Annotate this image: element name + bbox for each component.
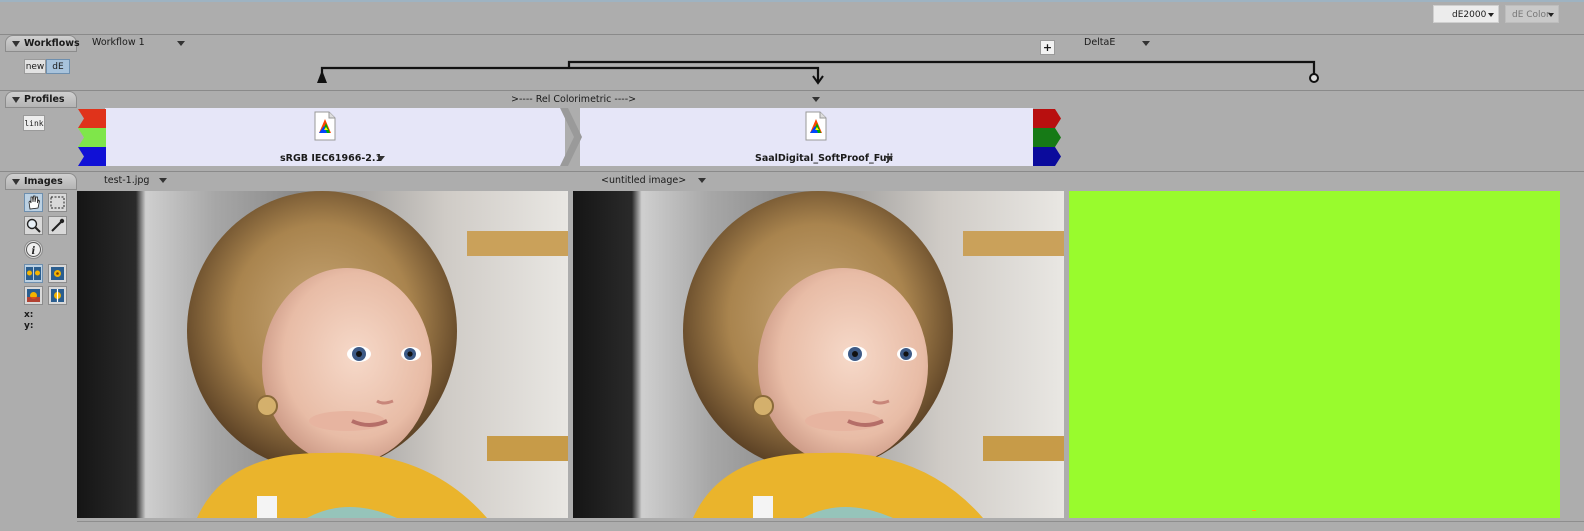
icc-profile-icon (314, 111, 336, 141)
flower-overlay-icon (27, 289, 40, 302)
eyedropper-tool[interactable] (48, 216, 67, 235)
workflow-connector-lines (317, 60, 1319, 85)
intent-chevron-down-icon[interactable] (812, 97, 820, 102)
hand-icon (28, 195, 40, 210)
zoom-tool[interactable] (24, 216, 43, 235)
child-portrait-proofed-image (573, 191, 1064, 518)
target-profile-chevron-down-icon[interactable] (885, 156, 893, 161)
view-mode-side-by-side[interactable] (24, 264, 43, 283)
target-rgb-channel-flags (1033, 109, 1061, 166)
profiles-divider (0, 90, 1584, 91)
target-profile-name[interactable]: SaalDigital_SoftProof_Fuji (755, 153, 893, 164)
selection-rect-icon (50, 196, 65, 209)
cursor-x-label: x: (24, 310, 34, 320)
mode-dropdown[interactable]: dE Color (1505, 5, 1559, 23)
info-icon: i (26, 242, 41, 257)
view-mode-overlay[interactable] (24, 286, 43, 305)
profile-chevron-divider (560, 108, 582, 166)
add-workflow-button[interactable]: + (1040, 40, 1055, 55)
marquee-select-tool[interactable] (48, 193, 67, 212)
collapse-triangle-icon (12, 97, 20, 103)
left-image-chevron-down-icon[interactable] (159, 178, 167, 183)
workflows-section-tab[interactable]: Workflows (5, 35, 80, 52)
images-divider (0, 171, 1584, 172)
middle-image-name[interactable]: <untitled image> (601, 175, 686, 186)
pan-hand-tool[interactable] (24, 193, 43, 212)
images-tab-label: Images (24, 176, 63, 187)
mode-value: dE Color (1512, 10, 1550, 20)
child-portrait-image (77, 191, 568, 518)
proofed-image-view[interactable] (573, 191, 1064, 518)
delta-e-difference-view[interactable] (1069, 191, 1560, 518)
deltae-chevron-down-icon[interactable] (1142, 41, 1150, 46)
cursor-y-label: y: (24, 321, 34, 331)
collapse-triangle-icon (12, 41, 20, 47)
source-rgb-channel-flags (78, 109, 106, 166)
info-tool[interactable]: i (24, 240, 43, 259)
de-button[interactable]: dE (46, 59, 70, 74)
window-top-border (0, 0, 1584, 2)
eyedropper-icon (51, 218, 65, 232)
view-mode-split[interactable] (48, 286, 67, 305)
source-image-view[interactable] (77, 191, 568, 518)
flower-icon (51, 267, 64, 280)
workflows-tab-label: Workflows (24, 38, 80, 49)
workflow-name[interactable]: Workflow 1 (92, 37, 145, 48)
middle-image-chevron-down-icon[interactable] (698, 178, 706, 183)
bottom-divider (77, 521, 1584, 522)
rendering-intent-label[interactable]: >---- Rel Colorimetric ----> (511, 94, 636, 105)
new-button[interactable]: new (24, 59, 46, 74)
left-image-name[interactable]: test-1.jpg (104, 175, 149, 186)
collapse-triangle-icon (12, 179, 20, 185)
source-profile-name[interactable]: sRGB IEC61966-2.1 (280, 153, 382, 164)
profiles-section-tab[interactable]: Profiles (5, 91, 77, 108)
chevron-down-icon (1548, 13, 1554, 17)
icc-profile-icon (805, 111, 827, 141)
metric-value: dE2000 (1452, 10, 1487, 20)
workflow-chevron-down-icon[interactable] (177, 41, 185, 46)
difference-speck (1252, 510, 1256, 511)
svg-text:i: i (32, 246, 36, 257)
flower-pair-icon (26, 267, 41, 280)
magnifier-icon (26, 218, 41, 233)
workflow-right-name[interactable]: DeltaE (1084, 37, 1115, 48)
chevron-down-icon (1488, 13, 1494, 17)
images-section-tab[interactable]: Images (5, 173, 77, 190)
flower-split-icon (51, 289, 64, 302)
metric-dropdown[interactable]: dE2000 (1433, 5, 1499, 23)
workflows-divider (0, 34, 1584, 35)
profiles-tab-label: Profiles (24, 94, 65, 105)
link-button[interactable]: link (23, 115, 45, 131)
view-mode-single[interactable] (48, 264, 67, 283)
source-profile-chevron-down-icon[interactable] (377, 156, 385, 161)
